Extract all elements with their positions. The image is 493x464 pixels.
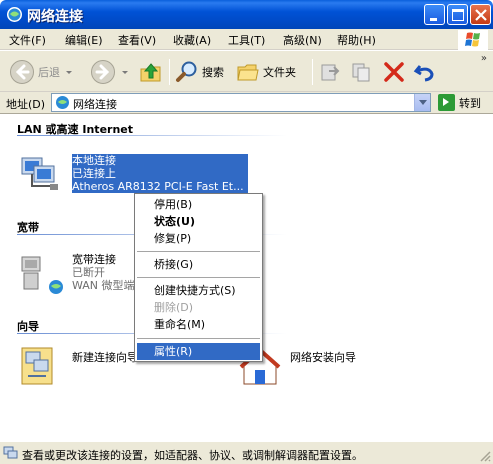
title-bar[interactable]: 网络连接 <box>0 0 493 29</box>
go-button[interactable]: 转到 <box>438 94 481 111</box>
new-connection-wizard-icon <box>21 347 53 385</box>
group-divider <box>17 135 287 136</box>
maximize-icon <box>452 9 464 21</box>
menu-advanced[interactable]: 高级(N) <box>283 32 322 48</box>
menu-tools[interactable]: 工具(T) <box>228 32 265 48</box>
menu-delete: 删除(D) <box>154 301 194 314</box>
menu-favorites[interactable]: 收藏(A) <box>173 32 211 48</box>
copy-to-icon <box>352 63 370 82</box>
close-button[interactable] <box>470 4 491 25</box>
menu-separator <box>137 338 260 339</box>
move-to-icon <box>321 64 340 81</box>
menu-edit[interactable]: 编辑(E) <box>65 32 103 48</box>
copy-to-button[interactable] <box>350 57 374 87</box>
forward-arrow-icon <box>91 60 115 84</box>
move-to-button[interactable] <box>318 57 342 87</box>
connection-status: 已断开 <box>72 266 105 279</box>
undo-icon <box>413 65 434 82</box>
menu-help[interactable]: 帮助(H) <box>337 32 376 48</box>
connection-status: 已连接上 <box>72 167 248 180</box>
window-title: 网络连接 <box>27 9 83 25</box>
back-dropdown-icon[interactable] <box>66 70 72 74</box>
menu-repair[interactable]: 修复(P) <box>137 230 260 247</box>
address-label: 地址(D) <box>6 98 46 111</box>
address-bar: 地址(D) 网络连接 转到 <box>0 92 493 114</box>
menu-properties[interactable]: 属性(R) <box>137 343 260 360</box>
go-arrow-icon <box>438 94 455 111</box>
minimize-icon <box>430 18 437 21</box>
address-value: 网络连接 <box>73 98 117 111</box>
folders-button[interactable]: 文件夹 <box>236 57 296 87</box>
menu-rename[interactable]: 重命名(M) <box>137 316 260 333</box>
folders-icon <box>237 64 259 81</box>
maximize-button[interactable] <box>447 4 468 25</box>
broadband-connection-icon <box>21 256 63 294</box>
network-connection-icon <box>3 446 18 459</box>
group-header-wizard: 向导 <box>17 320 39 333</box>
menu-disable[interactable]: 停用(B) <box>137 196 260 213</box>
search-icon <box>176 61 197 82</box>
address-input[interactable]: 网络连接 <box>51 93 431 112</box>
group-header-broadband: 宽带 <box>17 221 39 234</box>
connection-name: 本地连接 <box>72 154 248 167</box>
toolbar: 后退 搜索 文件夹 » <box>0 51 493 92</box>
network-connections-icon <box>7 7 22 22</box>
undo-button[interactable] <box>413 57 437 87</box>
delete-x-icon <box>384 62 404 82</box>
folders-label: 文件夹 <box>263 66 296 79</box>
minimize-button[interactable] <box>424 4 445 25</box>
search-button[interactable]: 搜索 <box>175 57 224 87</box>
up-button[interactable] <box>138 57 164 87</box>
menu-bridge[interactable]: 桥接(G) <box>137 256 260 273</box>
connection-device: WAN 微型端 <box>72 279 135 292</box>
status-bar: 查看或更改该连接的设置，如适配器、协议、或调制解调器配置设置。 <box>0 441 493 464</box>
forward-dropdown-icon[interactable] <box>122 70 128 74</box>
network-connections-icon <box>56 96 69 109</box>
connection-device: Atheros AR8132 PCI-E Fast Et... <box>72 180 248 193</box>
close-icon <box>475 9 487 21</box>
wizard-name: 新建连接向导 <box>72 351 138 364</box>
delete-button[interactable] <box>382 57 406 87</box>
search-label: 搜索 <box>202 66 224 79</box>
folder-up-icon <box>140 63 161 82</box>
connection-name: 宽带连接 <box>72 253 116 266</box>
menu-view[interactable]: 查看(V) <box>118 32 156 48</box>
back-button[interactable]: 后退 <box>9 57 72 87</box>
toolbar-separator <box>312 59 313 85</box>
toolbar-chevron-icon[interactable]: » <box>481 53 487 64</box>
menu-bar: 文件(F) 编辑(E) 查看(V) 收藏(A) 工具(T) 高级(N) 帮助(H… <box>0 29 493 50</box>
menu-create-shortcut[interactable]: 创建快捷方式(S) <box>137 282 260 299</box>
forward-button[interactable] <box>90 57 128 87</box>
toolbar-separator <box>169 59 170 85</box>
status-text: 查看或更改该连接的设置，如适配器、协议、或调制解调器配置设置。 <box>22 449 363 462</box>
menu-separator <box>137 251 260 252</box>
lan-connection-icon <box>21 157 58 190</box>
resize-grip-icon[interactable] <box>479 450 491 462</box>
address-dropdown-button[interactable] <box>414 94 430 111</box>
menu-status[interactable]: 状态(U) <box>137 213 260 230</box>
back-label: 后退 <box>38 66 60 79</box>
wizard-name: 网络安装向导 <box>290 351 356 364</box>
menu-file[interactable]: 文件(F) <box>9 32 46 48</box>
windows-logo-icon <box>458 30 488 50</box>
back-arrow-icon <box>10 60 34 84</box>
menu-separator <box>137 277 260 278</box>
go-label: 转到 <box>459 96 481 110</box>
context-menu: 停用(B) 状态(U) 修复(P) 桥接(G) 创建快捷方式(S) 删除(D) … <box>134 193 263 362</box>
